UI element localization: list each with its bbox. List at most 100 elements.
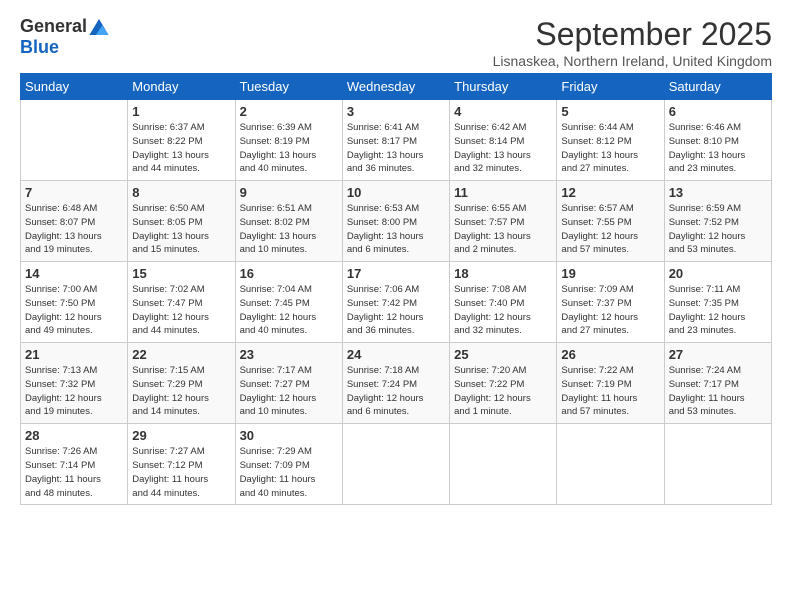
day-info: Sunrise: 7:24 AM Sunset: 7:17 PM Dayligh… <box>669 364 767 419</box>
day-number: 18 <box>454 266 552 281</box>
calendar-day: 15 Sunrise: 7:02 AM Sunset: 7:47 PM Dayli… <box>128 262 235 343</box>
calendar-day: 3 Sunrise: 6:41 AM Sunset: 8:17 PM Daylig… <box>342 100 449 181</box>
calendar-day <box>664 424 771 505</box>
day-number: 27 <box>669 347 767 362</box>
calendar-day: 7Sunrise: 6:48 AM Sunset: 8:07 PM Daylig… <box>21 181 128 262</box>
day-number: 22 <box>132 347 230 362</box>
calendar-day: 30 Sunrise: 7:29 AM Sunset: 7:09 PM Dayli… <box>235 424 342 505</box>
day-info: Sunrise: 7:08 AM Sunset: 7:40 PM Dayligh… <box>454 283 552 338</box>
month-title: September 2025 <box>493 16 772 53</box>
calendar-day: 21 Sunrise: 7:13 AM Sunset: 7:32 PM Dayli… <box>21 343 128 424</box>
day-number: 30 <box>240 428 338 443</box>
calendar-day: 2 Sunrise: 6:39 AM Sunset: 8:19 PM Daylig… <box>235 100 342 181</box>
day-info: Sunrise: 7:04 AM Sunset: 7:45 PM Dayligh… <box>240 283 338 338</box>
calendar-week-0: 1Sunrise: 6:37 AM Sunset: 8:22 PM Daylig… <box>21 100 772 181</box>
day-number: 28 <box>25 428 123 443</box>
day-info: Sunrise: 7:15 AM Sunset: 7:29 PM Dayligh… <box>132 364 230 419</box>
col-thursday: Thursday <box>450 74 557 100</box>
day-info: Sunrise: 7:09 AM Sunset: 7:37 PM Dayligh… <box>561 283 659 338</box>
calendar-day <box>557 424 664 505</box>
day-number: 13 <box>669 185 767 200</box>
calendar-day: 22 Sunrise: 7:15 AM Sunset: 7:29 PM Dayli… <box>128 343 235 424</box>
day-number: 15 <box>132 266 230 281</box>
calendar-day: 17Sunrise: 7:06 AM Sunset: 7:42 PM Dayli… <box>342 262 449 343</box>
day-number: 21 <box>25 347 123 362</box>
logo-blue: Blue <box>20 37 59 58</box>
day-number: 24 <box>347 347 445 362</box>
day-info: Sunrise: 6:51 AM Sunset: 8:02 PM Dayligh… <box>240 202 338 257</box>
title-block: September 2025 Lisnaskea, Northern Irela… <box>493 16 772 69</box>
calendar-day: 13 Sunrise: 6:59 AM Sunset: 7:52 PM Dayli… <box>664 181 771 262</box>
day-info: Sunrise: 7:13 AM Sunset: 7:32 PM Dayligh… <box>25 364 123 419</box>
calendar-day: 27 Sunrise: 7:24 AM Sunset: 7:17 PM Dayli… <box>664 343 771 424</box>
col-monday: Monday <box>128 74 235 100</box>
day-info: Sunrise: 7:00 AM Sunset: 7:50 PM Dayligh… <box>25 283 123 338</box>
calendar-header-row: Sunday Monday Tuesday Wednesday Thursday… <box>21 74 772 100</box>
header: General Blue September 2025 Lisnaskea, N… <box>20 16 772 69</box>
day-info: Sunrise: 7:02 AM Sunset: 7:47 PM Dayligh… <box>132 283 230 338</box>
calendar-week-2: 14Sunrise: 7:00 AM Sunset: 7:50 PM Dayli… <box>21 262 772 343</box>
day-info: Sunrise: 6:55 AM Sunset: 7:57 PM Dayligh… <box>454 202 552 257</box>
calendar-day: 5Sunrise: 6:44 AM Sunset: 8:12 PM Daylig… <box>557 100 664 181</box>
day-info: Sunrise: 7:11 AM Sunset: 7:35 PM Dayligh… <box>669 283 767 338</box>
logo-general: General <box>20 16 87 37</box>
calendar-day <box>21 100 128 181</box>
day-number: 26 <box>561 347 659 362</box>
calendar-day: 24Sunrise: 7:18 AM Sunset: 7:24 PM Dayli… <box>342 343 449 424</box>
location: Lisnaskea, Northern Ireland, United King… <box>493 53 772 69</box>
calendar-week-4: 28 Sunrise: 7:26 AM Sunset: 7:14 PM Dayli… <box>21 424 772 505</box>
col-friday: Friday <box>557 74 664 100</box>
day-info: Sunrise: 6:59 AM Sunset: 7:52 PM Dayligh… <box>669 202 767 257</box>
day-number: 10 <box>347 185 445 200</box>
day-info: Sunrise: 7:22 AM Sunset: 7:19 PM Dayligh… <box>561 364 659 419</box>
calendar-day: 25 Sunrise: 7:20 AM Sunset: 7:22 PM Dayli… <box>450 343 557 424</box>
day-number: 6 <box>669 104 767 119</box>
day-info: Sunrise: 6:46 AM Sunset: 8:10 PM Dayligh… <box>669 121 767 176</box>
day-number: 8 <box>132 185 230 200</box>
calendar-day: 20 Sunrise: 7:11 AM Sunset: 7:35 PM Dayli… <box>664 262 771 343</box>
calendar-week-1: 7Sunrise: 6:48 AM Sunset: 8:07 PM Daylig… <box>21 181 772 262</box>
day-number: 11 <box>454 185 552 200</box>
day-info: Sunrise: 6:41 AM Sunset: 8:17 PM Dayligh… <box>347 121 445 176</box>
day-number: 16 <box>240 266 338 281</box>
day-number: 9 <box>240 185 338 200</box>
day-number: 25 <box>454 347 552 362</box>
day-info: Sunrise: 6:50 AM Sunset: 8:05 PM Dayligh… <box>132 202 230 257</box>
day-number: 17 <box>347 266 445 281</box>
day-number: 23 <box>240 347 338 362</box>
day-info: Sunrise: 6:42 AM Sunset: 8:14 PM Dayligh… <box>454 121 552 176</box>
day-number: 3 <box>347 104 445 119</box>
calendar-day: 23 Sunrise: 7:17 AM Sunset: 7:27 PM Dayli… <box>235 343 342 424</box>
col-sunday: Sunday <box>21 74 128 100</box>
calendar-table: Sunday Monday Tuesday Wednesday Thursday… <box>20 73 772 505</box>
col-wednesday: Wednesday <box>342 74 449 100</box>
logo-icon <box>89 19 109 35</box>
day-info: Sunrise: 7:27 AM Sunset: 7:12 PM Dayligh… <box>132 445 230 500</box>
day-number: 20 <box>669 266 767 281</box>
day-info: Sunrise: 7:17 AM Sunset: 7:27 PM Dayligh… <box>240 364 338 419</box>
day-number: 7 <box>25 185 123 200</box>
calendar-day: 29Sunrise: 7:27 AM Sunset: 7:12 PM Dayli… <box>128 424 235 505</box>
col-tuesday: Tuesday <box>235 74 342 100</box>
day-info: Sunrise: 6:39 AM Sunset: 8:19 PM Dayligh… <box>240 121 338 176</box>
day-number: 2 <box>240 104 338 119</box>
calendar-day: 18 Sunrise: 7:08 AM Sunset: 7:40 PM Dayli… <box>450 262 557 343</box>
day-info: Sunrise: 7:20 AM Sunset: 7:22 PM Dayligh… <box>454 364 552 419</box>
day-number: 19 <box>561 266 659 281</box>
calendar-day: 11 Sunrise: 6:55 AM Sunset: 7:57 PM Dayli… <box>450 181 557 262</box>
calendar-day: 19 Sunrise: 7:09 AM Sunset: 7:37 PM Dayli… <box>557 262 664 343</box>
calendar-day: 28 Sunrise: 7:26 AM Sunset: 7:14 PM Dayli… <box>21 424 128 505</box>
calendar-day: 16 Sunrise: 7:04 AM Sunset: 7:45 PM Dayli… <box>235 262 342 343</box>
calendar-day: 26 Sunrise: 7:22 AM Sunset: 7:19 PM Dayli… <box>557 343 664 424</box>
calendar-day: 4 Sunrise: 6:42 AM Sunset: 8:14 PM Daylig… <box>450 100 557 181</box>
day-info: Sunrise: 7:29 AM Sunset: 7:09 PM Dayligh… <box>240 445 338 500</box>
calendar-body: 1Sunrise: 6:37 AM Sunset: 8:22 PM Daylig… <box>21 100 772 505</box>
day-info: Sunrise: 6:37 AM Sunset: 8:22 PM Dayligh… <box>132 121 230 176</box>
day-number: 12 <box>561 185 659 200</box>
calendar-day: 12 Sunrise: 6:57 AM Sunset: 7:55 PM Dayli… <box>557 181 664 262</box>
calendar-day <box>342 424 449 505</box>
day-info: Sunrise: 6:57 AM Sunset: 7:55 PM Dayligh… <box>561 202 659 257</box>
day-number: 4 <box>454 104 552 119</box>
logo: General Blue <box>20 16 109 58</box>
day-info: Sunrise: 7:26 AM Sunset: 7:14 PM Dayligh… <box>25 445 123 500</box>
